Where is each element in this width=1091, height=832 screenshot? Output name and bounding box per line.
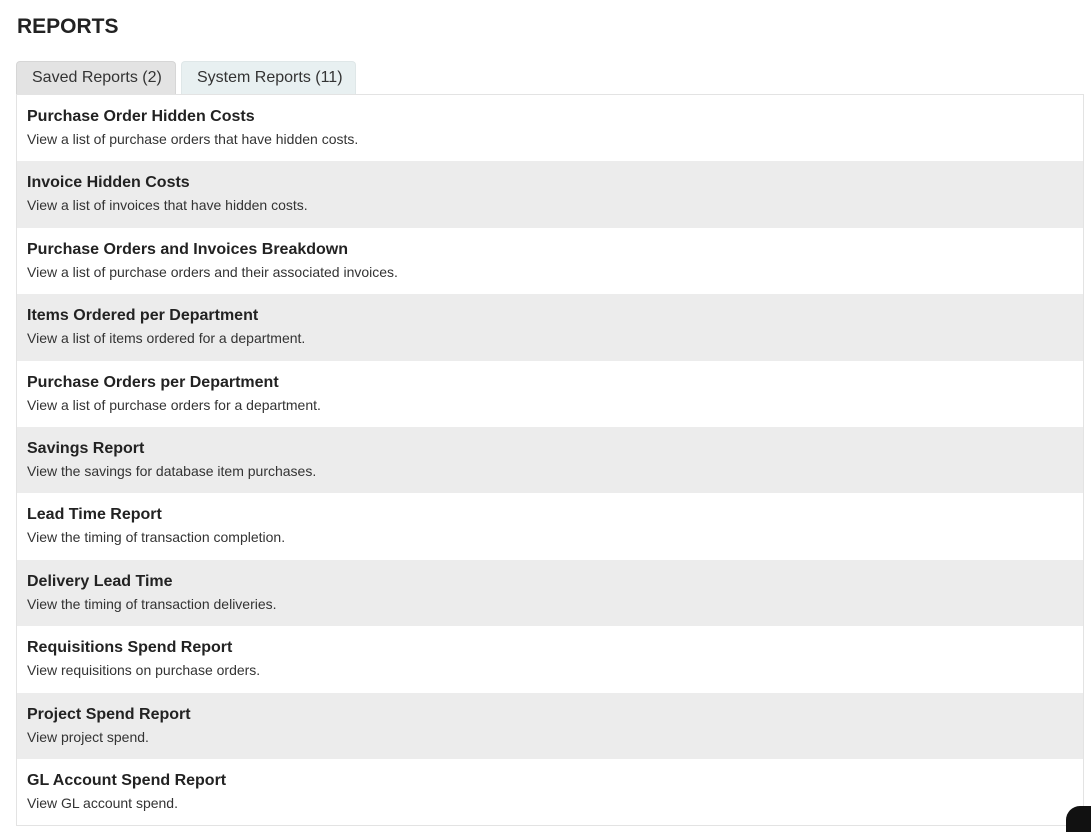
report-name[interactable]: Purchase Orders per Department bbox=[27, 373, 1073, 392]
report-name[interactable]: Purchase Orders and Invoices Breakdown bbox=[27, 240, 1073, 259]
report-row-requisitions-spend-report[interactable]: Requisitions Spend Report View requisiti… bbox=[17, 626, 1083, 692]
report-row-items-ordered-per-department[interactable]: Items Ordered per Department View a list… bbox=[17, 294, 1083, 361]
report-row-delivery-lead-time[interactable]: Delivery Lead Time View the timing of tr… bbox=[17, 559, 1083, 627]
reports-page: REPORTS Saved Reports (2) System Reports… bbox=[0, 0, 1091, 832]
report-row-gl-account-spend-report[interactable]: GL Account Spend Report View GL account … bbox=[17, 759, 1083, 825]
report-description: View the timing of transaction deliverie… bbox=[27, 595, 277, 612]
report-name[interactable]: Delivery Lead Time bbox=[27, 572, 1073, 591]
report-description: View a list of purchase orders for a dep… bbox=[27, 396, 321, 413]
page-title: REPORTS bbox=[17, 15, 119, 38]
report-description: View a list of purchase orders and their… bbox=[27, 263, 398, 280]
report-description: View a list of items ordered for a depar… bbox=[27, 330, 306, 347]
report-description: View a list of invoices that have hidden… bbox=[27, 197, 308, 214]
system-report-list: Purchase Order Hidden Costs View a list … bbox=[16, 94, 1084, 826]
report-tabs: Saved Reports (2) System Reports (11) bbox=[16, 61, 361, 95]
report-name[interactable]: GL Account Spend Report bbox=[27, 771, 1073, 790]
report-row-lead-time-report[interactable]: Lead Time Report View the timing of tran… bbox=[17, 493, 1083, 559]
tab-system-reports[interactable]: System Reports (11) bbox=[181, 61, 356, 95]
report-name[interactable]: Project Spend Report bbox=[27, 705, 1073, 724]
chat-launcher-button[interactable] bbox=[1066, 806, 1091, 832]
report-name[interactable]: Savings Report bbox=[27, 439, 1073, 458]
report-row-purchase-orders-per-department[interactable]: Purchase Orders per Department View a li… bbox=[17, 361, 1083, 427]
report-description: View the timing of transaction completio… bbox=[27, 529, 286, 546]
report-row-invoice-hidden-costs[interactable]: Invoice Hidden Costs View a list of invo… bbox=[17, 161, 1083, 228]
report-name[interactable]: Invoice Hidden Costs bbox=[27, 173, 1073, 192]
report-name[interactable]: Requisitions Spend Report bbox=[27, 638, 1073, 657]
report-description: View project spend. bbox=[27, 728, 149, 745]
tab-saved-reports[interactable]: Saved Reports (2) bbox=[16, 61, 176, 94]
report-description: View a list of purchase orders that have… bbox=[27, 131, 359, 147]
report-row-savings-report[interactable]: Savings Report View the savings for data… bbox=[17, 426, 1083, 494]
report-row-project-spend-report[interactable]: Project Spend Report View project spend. bbox=[17, 692, 1083, 759]
report-name[interactable]: Purchase Order Hidden Costs bbox=[27, 107, 1073, 126]
report-name[interactable]: Items Ordered per Department bbox=[27, 306, 1073, 325]
report-row-purchase-order-hidden-costs[interactable]: Purchase Order Hidden Costs View a list … bbox=[17, 95, 1083, 161]
report-row-po-invoices-breakdown[interactable]: Purchase Orders and Invoices Breakdown V… bbox=[17, 228, 1083, 294]
report-description: View requisitions on purchase orders. bbox=[27, 662, 261, 679]
report-name[interactable]: Lead Time Report bbox=[27, 505, 1073, 524]
report-description: View the savings for database item purch… bbox=[27, 462, 317, 479]
report-description: View GL account spend. bbox=[27, 794, 178, 811]
